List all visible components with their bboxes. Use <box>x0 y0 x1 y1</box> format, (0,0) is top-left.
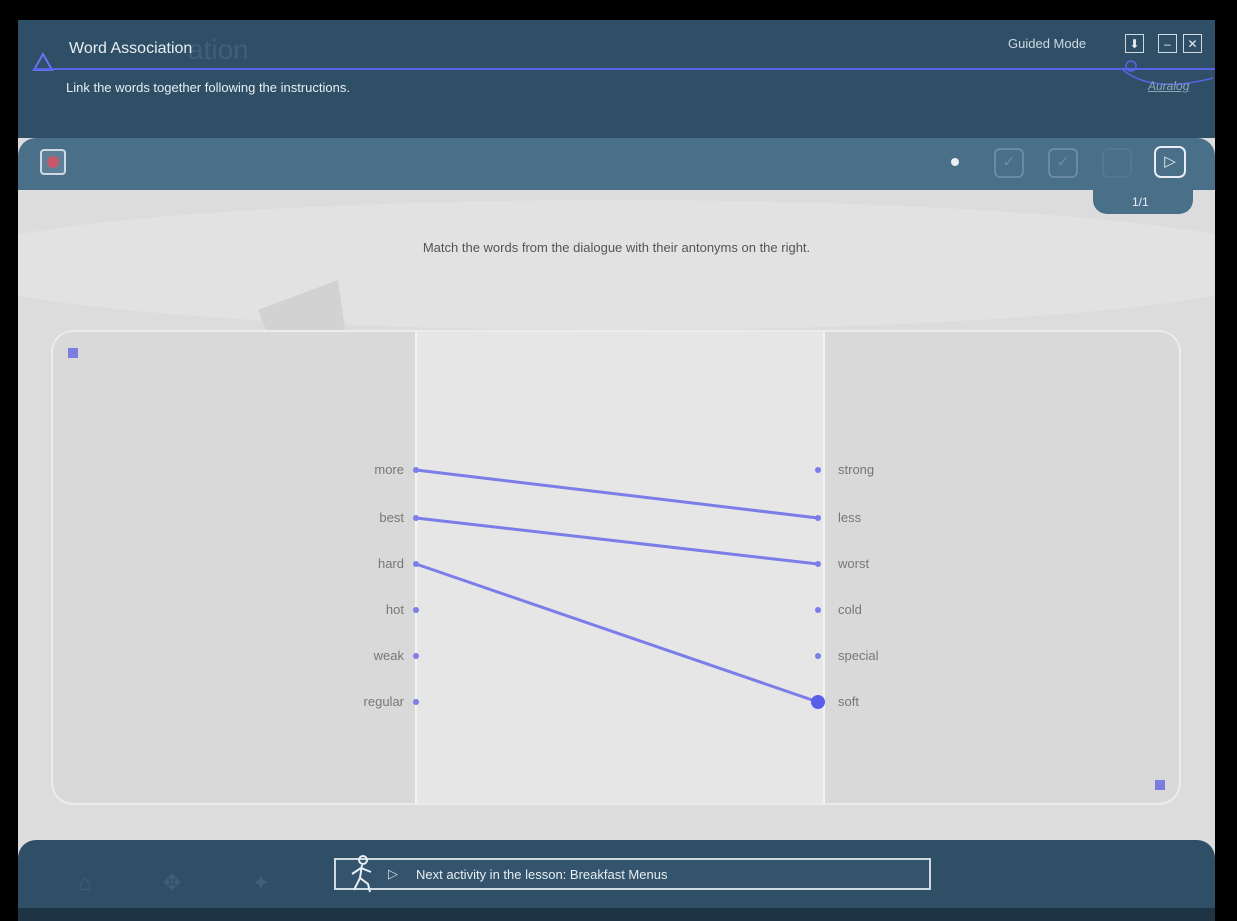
pointer-tool-button[interactable] <box>40 149 66 175</box>
header-bar: ation Word Association Link the words to… <box>18 20 1215 138</box>
link-area <box>415 332 825 803</box>
footer-strip <box>18 908 1215 921</box>
right-word-less[interactable]: less <box>838 510 861 525</box>
page-indicator: 1/1 <box>1132 195 1149 209</box>
next-activity-button[interactable]: ▷ Next activity in the lesson: Breakfast… <box>334 855 931 893</box>
ghost-title: ation <box>188 34 249 65</box>
left-word-more[interactable]: more <box>284 462 404 477</box>
left-word-weak[interactable]: weak <box>284 648 404 663</box>
right-word-soft[interactable]: soft <box>838 694 859 709</box>
right-word-worst[interactable]: worst <box>838 556 869 571</box>
next-activity-label: Next activity in the lesson: Breakfast M… <box>416 867 668 882</box>
left-word-regular[interactable]: regular <box>284 694 404 709</box>
triangle-logo-icon <box>32 52 54 71</box>
check-button-3[interactable] <box>1102 148 1132 178</box>
next-step-button[interactable]: ▷ <box>1154 146 1186 178</box>
left-word-hot[interactable]: hot <box>284 602 404 617</box>
right-word-strong[interactable]: strong <box>838 462 874 477</box>
brand-logo: Auralog <box>1148 79 1190 93</box>
app-window: ation Word Association Link the words to… <box>18 20 1215 921</box>
window-subtitle: Link the words together following the in… <box>66 80 350 95</box>
left-word-hard[interactable]: hard <box>284 556 404 571</box>
panel-corner-marker <box>1155 780 1165 790</box>
window-title: Word Association <box>69 40 193 57</box>
left-word-best[interactable]: best <box>284 510 404 525</box>
panel-corner-marker <box>68 348 78 358</box>
check-button-1[interactable]: ✓ <box>994 148 1024 178</box>
matching-panel <box>51 330 1181 805</box>
right-word-cold[interactable]: cold <box>838 602 862 617</box>
next-arrow-icon: ▷ <box>388 866 398 881</box>
check-button-2[interactable]: ✓ <box>1048 148 1078 178</box>
header-divider <box>34 68 1215 70</box>
exercise-area: Match the words from the dialogue with t… <box>18 190 1215 840</box>
lessons-icon[interactable]: ✥ <box>155 870 189 898</box>
walking-person-icon <box>351 855 372 893</box>
guided-mode-label[interactable]: Guided Mode <box>1008 36 1086 51</box>
tools-icon[interactable]: ✦ <box>244 870 278 898</box>
pointer-tool-icon <box>47 156 59 168</box>
instruction-text: Match the words from the dialogue with t… <box>422 240 811 255</box>
home-icon[interactable]: ⌂ <box>68 870 102 898</box>
progress-dot <box>951 158 959 166</box>
right-word-special[interactable]: special <box>838 648 878 663</box>
activity-toolbar: ✓ ✓ ▷ <box>18 138 1215 190</box>
